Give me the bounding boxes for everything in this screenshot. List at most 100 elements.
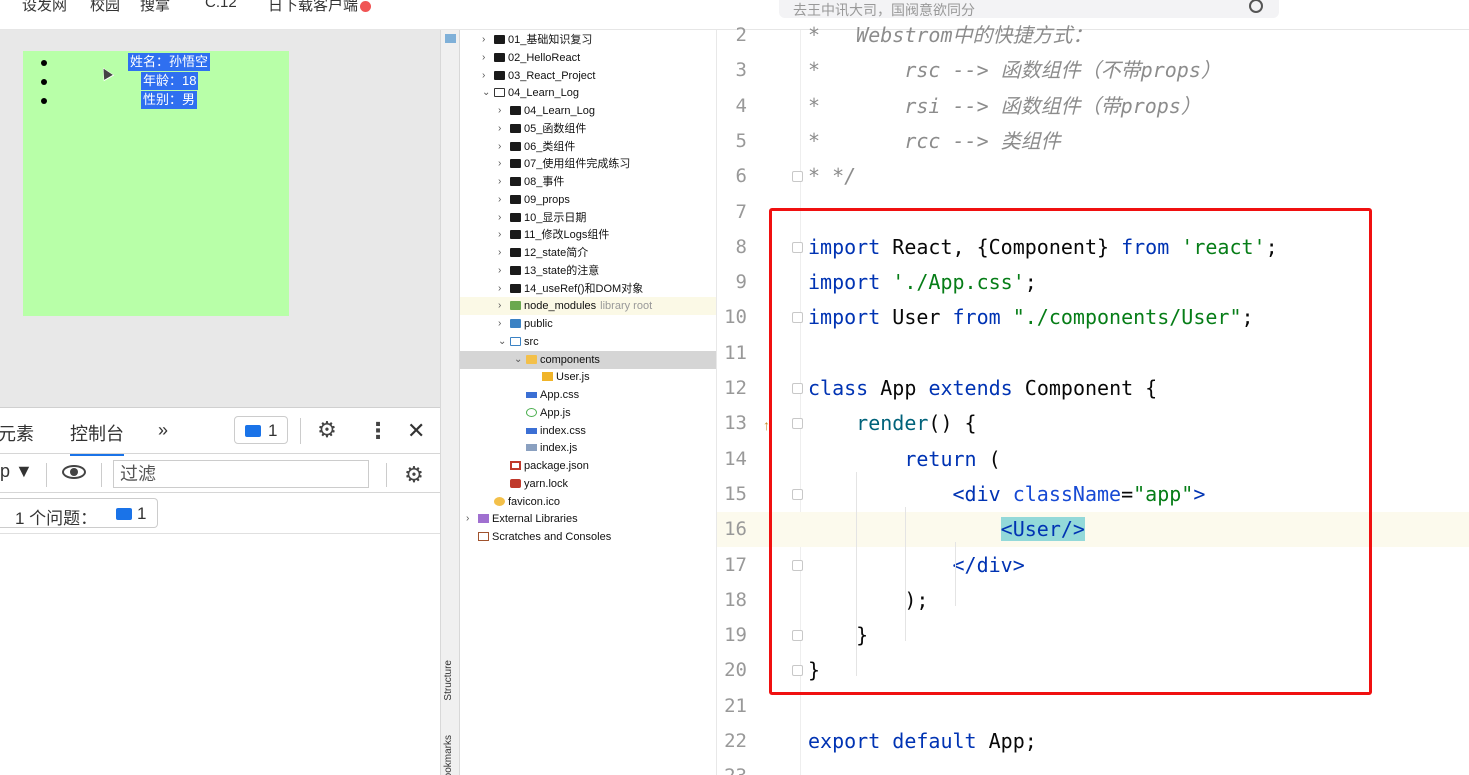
chevron-right-icon[interactable]: ›: [498, 155, 501, 173]
line-number: 21: [724, 694, 747, 717]
divider: [101, 463, 102, 487]
code-line[interactable]: 5 * rcc --> 类组件: [717, 124, 1469, 159]
ide-tool-strip: Structure Bookmarks: [440, 30, 460, 775]
chevron-right-icon[interactable]: ›: [498, 191, 501, 209]
tree-row[interactable]: Scratches and Consoles: [460, 528, 716, 546]
tree-row-label: User.js: [556, 371, 590, 384]
gear-icon[interactable]: ⚙: [403, 464, 425, 486]
bookmarks-tool-button[interactable]: Bookmarks: [443, 735, 454, 775]
tree-row[interactable]: › 14_useRef()和DOM对象: [460, 280, 716, 298]
folder-icon: [510, 265, 521, 275]
bookmark-item[interactable]: 设发网: [22, 0, 67, 15]
folder-icon: [510, 212, 521, 222]
code-line[interactable]: 6 * */: [717, 159, 1469, 194]
issues-label: 1 个问题：: [15, 509, 98, 528]
tree-row[interactable]: › 13_state的注意: [460, 262, 716, 280]
tab-elements[interactable]: 元素: [0, 420, 34, 446]
bookmark-item[interactable]: 搜拿: [140, 0, 170, 15]
code-line[interactable]: 4 * rsi --> 函数组件（带props）: [717, 89, 1469, 124]
chevron-right-icon[interactable]: ›: [482, 49, 485, 67]
tree-row[interactable]: › 07_使用组件完成练习: [460, 155, 716, 173]
tree-row[interactable]: favicon.ico: [460, 493, 716, 511]
line-number: 5: [735, 129, 747, 152]
search-icon[interactable]: [1249, 0, 1263, 13]
tree-row[interactable]: User.js: [460, 368, 716, 386]
tree-row[interactable]: › 12_state简介: [460, 244, 716, 262]
structure-tool-button[interactable]: Structure: [443, 660, 454, 701]
tree-row[interactable]: ⌄ 04_Learn_Log: [460, 84, 716, 102]
tree-row[interactable]: › 08_事件: [460, 173, 716, 191]
tree-row[interactable]: yarn.lock: [460, 475, 716, 493]
kebab-icon[interactable]: ⋮: [367, 418, 389, 444]
chevron-down-icon[interactable]: ⌄: [482, 84, 490, 102]
chevron-right-icon[interactable]: ›: [498, 120, 501, 138]
chevron-right-icon[interactable]: ›: [482, 31, 485, 49]
tree-row[interactable]: › 04_Learn_Log: [460, 102, 716, 120]
star-icon: [494, 496, 505, 506]
tree-row-label: App.js: [540, 406, 571, 419]
line-number: 7: [735, 200, 747, 223]
tree-row[interactable]: › 01_基础知识复习: [460, 31, 716, 49]
tree-row-label: 04_Learn_Log: [524, 105, 595, 117]
chevron-right-icon[interactable]: ›: [498, 280, 501, 298]
chevron-right-icon[interactable]: ›: [498, 297, 501, 315]
chevron-right-icon[interactable]: ›: [498, 226, 501, 244]
project-icon[interactable]: [445, 34, 456, 43]
code-line[interactable]: 2 * Webstrom中的快捷方式：: [717, 18, 1469, 53]
devtools-panel: 元素 控制台 » 1 ⚙ ⋮ ✕ p ▼ ⚙ 1 个问题： 1: [0, 407, 440, 775]
console-filter-bar: p ▼ ⚙: [0, 455, 440, 493]
code-line[interactable]: 22 export default App;: [717, 724, 1469, 759]
fold-icon[interactable]: [792, 171, 803, 183]
tree-row-label: Scratches and Consoles: [492, 531, 612, 543]
tree-row[interactable]: index.js: [460, 439, 716, 457]
chevron-right-icon[interactable]: ›: [498, 244, 501, 262]
tree-row-label: 03_React_Project: [508, 69, 596, 82]
chevron-right-icon[interactable]: ›: [498, 209, 501, 227]
issues-counter-button[interactable]: 1: [234, 416, 288, 444]
tree-row[interactable]: index.css: [460, 422, 716, 440]
chevron-down-icon[interactable]: ⌄: [498, 333, 506, 351]
tree-row[interactable]: › 11_修改Logs组件: [460, 226, 716, 244]
bookmark-item[interactable]: 日下载客户端: [268, 0, 372, 15]
chevron-down-icon[interactable]: ⌄: [514, 351, 522, 369]
context-select[interactable]: p ▼: [0, 461, 33, 482]
more-tabs-button[interactable]: »: [158, 420, 168, 441]
tree-row[interactable]: › 05_函数组件: [460, 120, 716, 138]
bookmark-item[interactable]: 校园: [90, 0, 120, 15]
tree-row[interactable]: App.css: [460, 386, 716, 404]
close-icon[interactable]: ✕: [407, 418, 425, 444]
chevron-right-icon[interactable]: ›: [498, 173, 501, 191]
chevron-right-icon[interactable]: ›: [498, 262, 501, 280]
tree-row[interactable]: › External Libraries: [460, 510, 716, 528]
code-line[interactable]: 23: [717, 759, 1469, 775]
tree-row[interactable]: › 10_显示日期: [460, 209, 716, 227]
tree-row[interactable]: App.js: [460, 404, 716, 422]
tree-row[interactable]: › 03_React_Project: [460, 67, 716, 85]
devtools-tabbar: 元素 控制台 » 1 ⚙ ⋮ ✕: [0, 408, 440, 456]
tree-row-label: 04_Learn_Log: [508, 87, 579, 100]
tab-console[interactable]: 控制台: [70, 420, 124, 456]
tree-row[interactable]: › 02_HelloReact: [460, 49, 716, 67]
tree-row-label: node_modules library root: [524, 300, 653, 313]
issues-button[interactable]: 1 个问题： 1: [0, 498, 158, 528]
search-placeholder: 去王中讯大司，国阀意欲同分: [793, 2, 975, 18]
tree-row[interactable]: package.json: [460, 457, 716, 475]
bookmark-item[interactable]: C.12: [205, 0, 237, 11]
code-line[interactable]: 3 * rsc --> 函数组件（不带props）: [717, 53, 1469, 88]
tree-row[interactable]: › node_modules library root: [460, 297, 716, 316]
chevron-right-icon[interactable]: ›: [466, 510, 469, 528]
tree-row[interactable]: › 06_类组件: [460, 138, 716, 156]
chevron-right-icon[interactable]: ›: [498, 315, 501, 333]
chevron-right-icon[interactable]: ›: [498, 138, 501, 156]
filter-input[interactable]: [113, 460, 369, 488]
tree-row[interactable]: › 09_props: [460, 191, 716, 209]
chevron-right-icon[interactable]: ›: [482, 67, 485, 85]
tree-row[interactable]: › public: [460, 315, 716, 333]
tree-row[interactable]: ⌄ src: [460, 333, 716, 351]
gear-icon[interactable]: ⚙: [316, 419, 338, 441]
eye-icon[interactable]: [62, 465, 86, 479]
issues-bar: 1 个问题： 1: [0, 494, 440, 534]
search-input[interactable]: 去王中讯大司，国阀意欲同分: [779, 0, 1279, 18]
tree-row[interactable]: ⌄ components: [460, 350, 716, 369]
chevron-right-icon[interactable]: ›: [498, 102, 501, 120]
